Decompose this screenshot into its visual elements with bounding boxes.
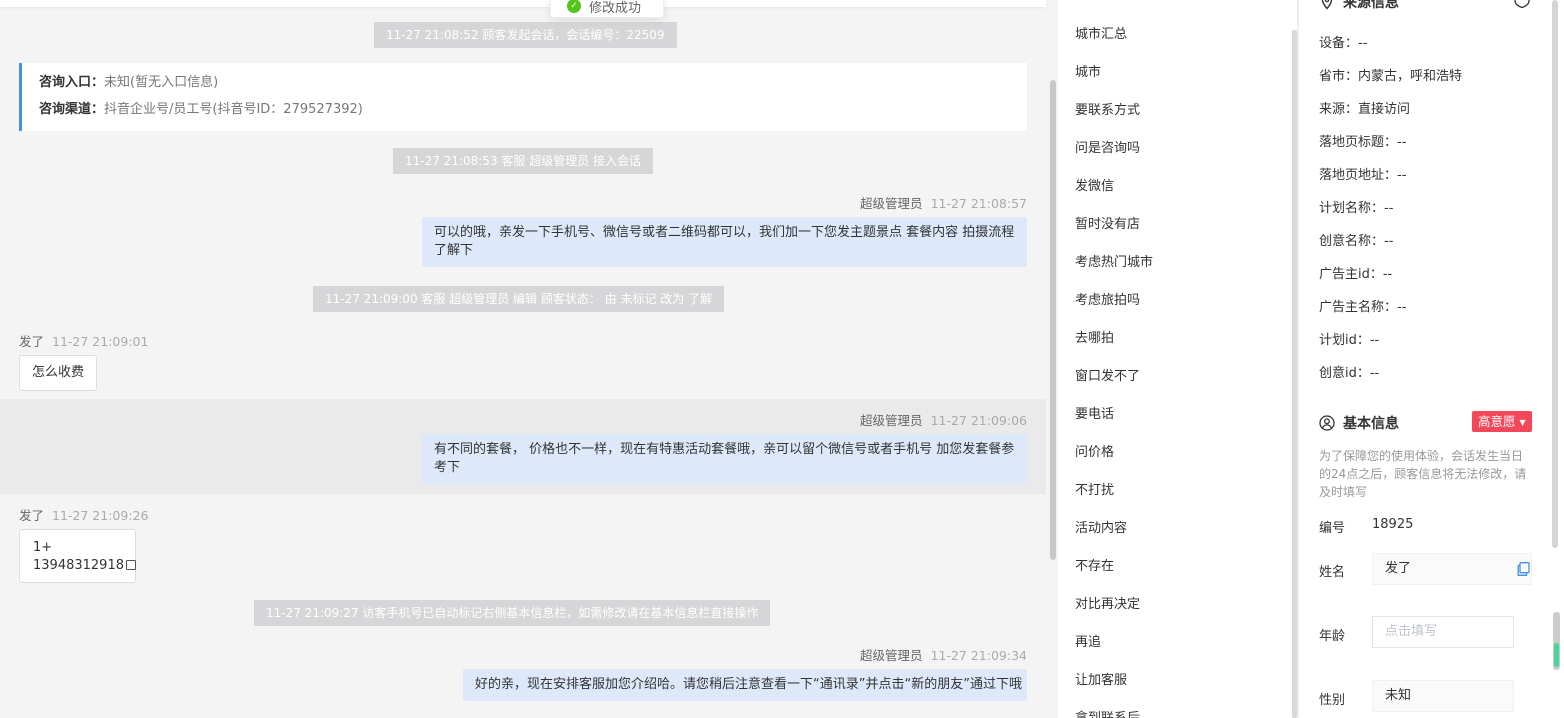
shield-icon[interactable] bbox=[1513, 0, 1531, 8]
quick-reply-item[interactable]: 不存在 bbox=[1075, 555, 1114, 574]
sender-name: 发了 bbox=[19, 508, 45, 523]
message-meta: 超级管理员 11-27 21:09:34 bbox=[860, 645, 1027, 664]
entry-value: 未知(暂无入口信息) bbox=[104, 75, 219, 90]
sender-name: 超级管理员 bbox=[860, 413, 923, 428]
chat-top-bar bbox=[0, 0, 1046, 7]
caret-down-icon: ▼ bbox=[1519, 418, 1526, 427]
system-message-status-change: 11-27 21:09:00 客服 超级管理员 编辑 顾客状态： 由 未标记 改… bbox=[313, 286, 725, 312]
channel-row: 咨询渠道：抖音企业号/员工号(抖音号ID：279527392) bbox=[39, 101, 1027, 128]
source-info-title: 来源信息 bbox=[1343, 0, 1399, 11]
agent-message-bubble[interactable]: 可以的哦，亲发一下手机号、微信号或者二维码都可以，我们加一下您发主题景点 套餐内… bbox=[422, 217, 1027, 267]
message-time: 11-27 21:09:01 bbox=[52, 334, 149, 349]
message-time: 11-27 21:08:57 bbox=[930, 196, 1027, 211]
customer-info-panel: 来源信息 设备：-- 省市：内蒙古，呼和浩特 来源：直接访问 落地页标题：-- 落地页地… bbox=[1299, 0, 1564, 718]
message-meta: 发了 11-27 21:09:01 bbox=[19, 331, 148, 350]
quick-reply-item[interactable]: 问是咨询吗 bbox=[1075, 137, 1140, 156]
quick-reply-item[interactable]: 暂时没有店 bbox=[1075, 213, 1140, 232]
sender-name: 发了 bbox=[19, 334, 45, 349]
system-message-session-start: 11-27 21:08:52 顾客发起会话，会话编号：22509 bbox=[374, 22, 677, 48]
user-circle-icon bbox=[1319, 415, 1335, 431]
sender-name: 超级管理员 bbox=[860, 648, 923, 663]
info-panel-scrollbar[interactable] bbox=[1552, 0, 1558, 548]
quick-reply-item[interactable]: 发微信 bbox=[1075, 175, 1114, 194]
quick-reply-item[interactable]: 问价格 bbox=[1075, 441, 1114, 460]
gender-value: 未知 bbox=[1385, 688, 1412, 703]
location-pin-icon bbox=[1321, 0, 1333, 10]
name-value: 发了 bbox=[1385, 561, 1412, 576]
source-info-row: 创意id：-- bbox=[1319, 366, 1380, 381]
source-info-row: 计划名称：-- bbox=[1319, 201, 1394, 216]
info-panel-scroll-thumb[interactable] bbox=[1554, 643, 1559, 667]
source-info-row: 广告主id：-- bbox=[1319, 267, 1393, 282]
toast-text: 修改成功 bbox=[589, 0, 642, 16]
copy-icon[interactable] bbox=[125, 560, 136, 570]
channel-label: 咨询渠道： bbox=[39, 102, 105, 117]
copy-icon[interactable] bbox=[1517, 562, 1530, 576]
quick-reply-item[interactable]: 活动内容 bbox=[1075, 517, 1127, 536]
quick-reply-item[interactable]: 不打扰 bbox=[1075, 479, 1114, 498]
quick-reply-item[interactable]: 去哪拍 bbox=[1075, 327, 1114, 346]
source-info-row: 设备：-- bbox=[1319, 36, 1368, 51]
source-info-row: 来源：直接访问 bbox=[1319, 102, 1411, 117]
source-info-row: 创意名称：-- bbox=[1319, 234, 1394, 249]
quick-reply-item[interactable]: 拿到联系后 bbox=[1075, 707, 1140, 718]
intent-label: 高意愿 bbox=[1478, 414, 1516, 429]
source-info-row: 落地页地址：-- bbox=[1319, 168, 1407, 183]
entry-row: 咨询入口：未知(暂无入口信息) bbox=[39, 74, 1027, 101]
entry-label: 咨询入口： bbox=[39, 75, 105, 90]
quick-reply-item[interactable]: 对比再决定 bbox=[1075, 593, 1140, 612]
source-info-header: 来源信息 bbox=[1319, 0, 1399, 12]
message-time: 11-27 21:09:26 bbox=[52, 508, 149, 523]
phone-number: 13948312918 bbox=[33, 558, 124, 573]
customer-message-bubble[interactable]: 怎么收费 bbox=[19, 355, 98, 391]
quick-reply-panel: 城市汇总城市要联系方式问是咨询吗发微信暂时没有店考虑热门城市 考虑旅拍吗去哪拍窗口… bbox=[1058, 0, 1297, 718]
source-info-row: 省市：内蒙古，呼和浩特 bbox=[1319, 69, 1463, 84]
source-info-row: 落地页标题：-- bbox=[1319, 135, 1407, 150]
name-label: 姓名 bbox=[1319, 565, 1346, 580]
message-time: 11-27 21:09:34 bbox=[930, 648, 1027, 663]
message-time: 11-27 21:09:06 bbox=[930, 413, 1027, 428]
quick-reply-item[interactable]: 城市汇总 bbox=[1075, 23, 1127, 42]
quick-reply-item[interactable]: 要电话 bbox=[1075, 403, 1114, 422]
basic-info-title: 基本信息 bbox=[1343, 416, 1399, 432]
edit-deadline-tip: 为了保障您的使用体验，会话发生当日的24点之后，顾客信息将无法修改，请及时填写 bbox=[1319, 449, 1527, 499]
quick-reply-item[interactable]: 城市 bbox=[1075, 61, 1101, 80]
quick-reply-item[interactable]: 考虑热门城市 bbox=[1075, 251, 1153, 270]
message-meta: 超级管理员 11-27 21:09:06 bbox=[860, 410, 1027, 429]
age-label: 年龄 bbox=[1319, 629, 1346, 644]
success-toast: ✓ 修改成功 bbox=[550, 0, 664, 18]
system-message-phone-tagged: 11-27 21:09:27 访客手机号已自动标记右侧基本信息栏，如需修改请在基… bbox=[254, 600, 771, 626]
channel-value: 抖音企业号/员工号(抖音号ID：279527392) bbox=[104, 102, 363, 117]
source-info-row: 计划id：-- bbox=[1319, 333, 1380, 348]
quick-reply-item[interactable]: 要联系方式 bbox=[1075, 99, 1140, 118]
sender-name: 超级管理员 bbox=[860, 196, 923, 211]
age-input[interactable] bbox=[1385, 624, 1510, 639]
phone-number-line: 13948312918 bbox=[33, 557, 136, 575]
check-circle-icon: ✓ bbox=[567, 0, 581, 13]
name-field[interactable]: 发了 bbox=[1372, 553, 1532, 585]
message-meta: 超级管理员 11-27 21:08:57 bbox=[860, 193, 1027, 212]
source-card: 咨询入口：未知(暂无入口信息) 咨询渠道：抖音企业号/员工号(抖音号ID：279… bbox=[19, 63, 1027, 131]
gender-label: 性别 bbox=[1319, 693, 1346, 708]
customer-phone-bubble[interactable]: 1+ 13948312918 bbox=[19, 529, 136, 583]
quick-reply-item[interactable]: 考虑旅拍吗 bbox=[1075, 289, 1140, 308]
gender-field[interactable]: 未知 bbox=[1372, 680, 1514, 712]
phone-prefix: 1+ bbox=[33, 540, 53, 555]
intent-dropdown[interactable]: 高意愿 ▼ bbox=[1472, 411, 1532, 432]
basic-info-header: 基本信息 bbox=[1319, 413, 1399, 433]
age-field-box bbox=[1372, 616, 1514, 648]
chat-panel: 11-27 21:08:52 顾客发起会话，会话编号：22509 咨询入口：未知… bbox=[0, 0, 1046, 718]
quick-reply-item[interactable]: 让加客服 bbox=[1075, 669, 1127, 688]
source-info-row: 广告主名称：-- bbox=[1319, 300, 1407, 315]
id-label: 编号 bbox=[1319, 521, 1346, 536]
chat-scrollbar[interactable] bbox=[1050, 80, 1056, 560]
id-value: 18925 bbox=[1372, 517, 1414, 532]
agent-message-bubble[interactable]: 好的亲，现在安排客服加您介绍哈。请您稍后注意查看一下“通讯录”并点击“新的朋友”… bbox=[463, 669, 1027, 701]
system-message-agent-join: 11-27 21:08:53 客服 超级管理员 接入会话 bbox=[393, 148, 654, 174]
quick-reply-item[interactable]: 窗口发不了 bbox=[1075, 365, 1140, 384]
message-meta: 发了 11-27 21:09:26 bbox=[19, 505, 148, 524]
agent-message-bubble[interactable]: 有不同的套餐， 价格也不一样，现在有特惠活动套餐哦，亲可以留个微信号或者手机号 … bbox=[422, 434, 1027, 484]
quick-reply-item[interactable]: 再追 bbox=[1075, 631, 1101, 650]
